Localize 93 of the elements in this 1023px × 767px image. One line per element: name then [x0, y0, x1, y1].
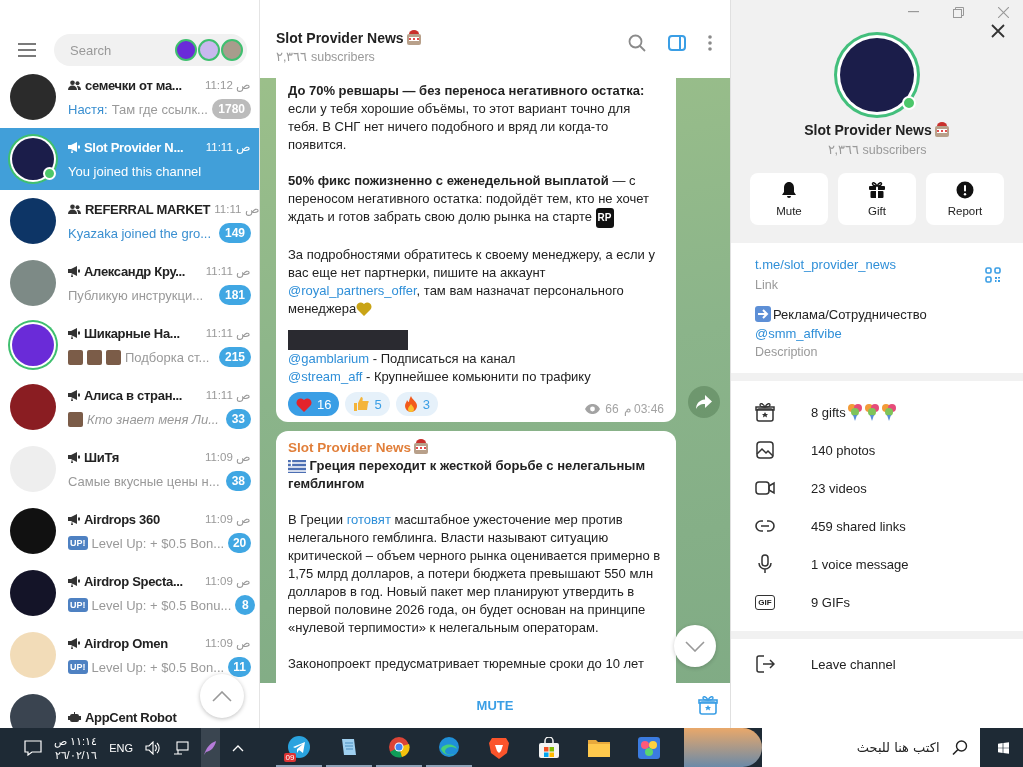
message-text: 50% фикс пожизненно с еженедельной выплатой — с переносом негативного остатка: подойдёт тем, кто не хочет ждать и готов забрать свою долю рынка на старте RP: [288, 172, 664, 228]
gif-icon: GIF: [755, 594, 775, 610]
media-row[interactable]: 23 videos: [755, 469, 1001, 507]
unread-count: 8: [235, 595, 256, 615]
unread-count: 181: [218, 285, 251, 305]
chat-time: 11:11 ص: [205, 140, 251, 154]
media-row[interactable]: GIF 9 GIFs: [755, 583, 1001, 621]
media-count: 8 gifts: [811, 404, 846, 420]
field-label: Link: [755, 278, 779, 292]
emoji-badge: UP!: [68, 660, 88, 674]
message-preview: Там где ссылк...: [111, 101, 209, 117]
message-text: Законопроект предусматривает тюремные сроки до 10 лет: [288, 655, 645, 673]
action-button[interactable]: Mute: [750, 173, 828, 225]
emoji-badge: UP!: [68, 598, 88, 612]
subscriber-count: ٢,٣٦٦ subscribers: [827, 142, 927, 157]
media-count: 140 photos: [811, 442, 876, 458]
action-button[interactable]: Report: [926, 173, 1004, 225]
message-time: 03:46 م: [623, 402, 664, 416]
unread-count: 11: [228, 657, 251, 677]
chat-name: Шикарные На...: [84, 325, 181, 341]
taskbar-app-button[interactable]: 09: [275, 728, 322, 767]
chat-time: 11:09 ص: [204, 574, 251, 588]
chat-time: 11:09 ص: [204, 512, 251, 526]
unread-count: 20: [228, 533, 251, 553]
chat-name: Airdrops 360: [84, 511, 161, 527]
link[interactable]: @royal_partners_offer: [288, 283, 417, 298]
unread-count: 149: [218, 223, 251, 243]
link[interactable]: @gamblarium: [288, 351, 370, 366]
channel-title: Slot Provider News: [276, 30, 404, 46]
chat-time: 11:09 ص: [204, 636, 251, 650]
media-row[interactable]: 459 shared links: [755, 507, 1001, 545]
chat-time: 11:11 ص: [205, 388, 251, 402]
link[interactable]: @stream_aff: [288, 369, 363, 384]
media-count: 23 videos: [811, 480, 867, 496]
chat-name: AppCent Robot: [85, 709, 178, 725]
sender-name: Slot Provider News: [288, 439, 412, 455]
chat-name: Slot Provider N...: [84, 139, 185, 155]
channel-link[interactable]: t.me/slot_provider_news: [755, 257, 896, 272]
message-preview: Публикую инструкци...: [68, 287, 205, 303]
leave-channel-label: Leave channel: [811, 656, 896, 672]
notification-badge: 09: [283, 753, 297, 762]
clock-time: ١١:١٤ ص: [54, 733, 98, 748]
language-indicator[interactable]: ENG: [109, 741, 133, 754]
chat-name: Александр Кру...: [84, 263, 187, 279]
media-row[interactable]: 8 gifts: [755, 393, 1001, 431]
action-button[interactable]: Gift: [838, 173, 916, 225]
clock-date: ٢٦/٠٢/١٦: [54, 748, 97, 762]
message-text: @gamblarium - Подписаться на канал: [288, 350, 517, 368]
media-count: 9 GIFs: [811, 594, 850, 610]
message-text: За подробностями обратитесь к своему менеджеру, а если у вас еще нет партнерки, пишите на аккаунт @royal_partners_offer, там вам назначат персонального менеджера: [288, 246, 656, 318]
chat-name: REFERRAL MARKET: [85, 201, 211, 217]
chat-name: Алиса в стран...: [84, 387, 184, 403]
unread-count: 215: [218, 347, 251, 367]
chat-time: 11:12 ص: [204, 78, 251, 92]
field-label: Description: [755, 345, 819, 359]
chat-name: Airdrop Omen: [84, 635, 169, 651]
chat-name: Airdrop Specta...: [84, 573, 184, 589]
emoji-badge: UP!: [68, 536, 88, 550]
unread-count: 38: [225, 471, 251, 491]
message-preview: Самые вкусные цены н...: [68, 473, 221, 489]
chat-time: 11:09 ص: [204, 450, 251, 464]
message-preview: Level Up: + $0.5 Bonu...: [91, 597, 232, 613]
message-preview: Кто знает меня Ли...: [87, 411, 220, 427]
chat-time: 11:11 ص: [214, 202, 259, 216]
subscriber-count: ٢,٣٦٦ subscribers: [276, 49, 376, 64]
message-preview: Level Up: + $0.5 Bon...: [91, 659, 225, 675]
username-link[interactable]: @smm_affvibe: [755, 326, 1001, 341]
message-heading: Греция переходит к жесткой борьбе с нелегальным гемблингом: [288, 457, 646, 493]
view-count: 66: [605, 402, 619, 416]
description-text: Реклама/Сотрудничество: [773, 306, 927, 322]
message-preview: Kyazaka joined the gro...: [68, 225, 213, 241]
taskbar-clock[interactable]: ١١:١٤ ص ٢٦/٠٢/١٦: [54, 733, 98, 762]
unread-count: 33: [225, 409, 251, 429]
message-preview: Подборка ст...: [125, 349, 211, 365]
media-count: 1 voice message: [811, 556, 909, 572]
chat-time: 11:11 ص: [205, 326, 251, 340]
channel-title: Slot Provider News: [804, 122, 932, 138]
media-count: 459 shared links: [811, 518, 906, 534]
unread-count: 1780: [212, 99, 251, 119]
message-text: @stream_aff - Крупнейшее комьюнити по трафику: [288, 368, 592, 386]
link[interactable]: готовят: [346, 512, 391, 527]
message-text: В Греции готовят масштабное ужесточение мер против нелегального гемблинга. Власти называют ситуацию критической – объем черного рынка оценивается примерно в 1,75 млрд долларов, а потери бюджета превышают 550 млн долларов в год. Новый пакет мер планируют утвердить в первой половине 2026 года, он будет основан на принципе «нулевой терпимости» к нелегальным операторам.: [288, 511, 662, 637]
message-preview: You joined this channel: [68, 163, 203, 179]
taskbar-search-field[interactable]: اكتب هنا للبحث: [761, 728, 948, 767]
media-row[interactable]: 1 voice message: [755, 545, 1001, 583]
media-row[interactable]: 140 photos: [755, 431, 1001, 469]
message-text: До 70% ревшары — без переноса негативного остатка: если у тебя хорошие объёмы, то этот вариант точно для тебя. В СНГ нет ничего подобного и вряд ли когда-то появится.: [288, 82, 646, 154]
chat-name: ШиТя: [84, 449, 121, 465]
sender-name: Настя:: [68, 101, 108, 117]
message-preview: Level Up: + $0.5 Bon...: [91, 535, 225, 551]
chat-time: 11:11 ص: [205, 264, 251, 278]
emoji-badge: RP: [595, 208, 614, 228]
chat-name: семечки от ма...: [85, 77, 183, 93]
